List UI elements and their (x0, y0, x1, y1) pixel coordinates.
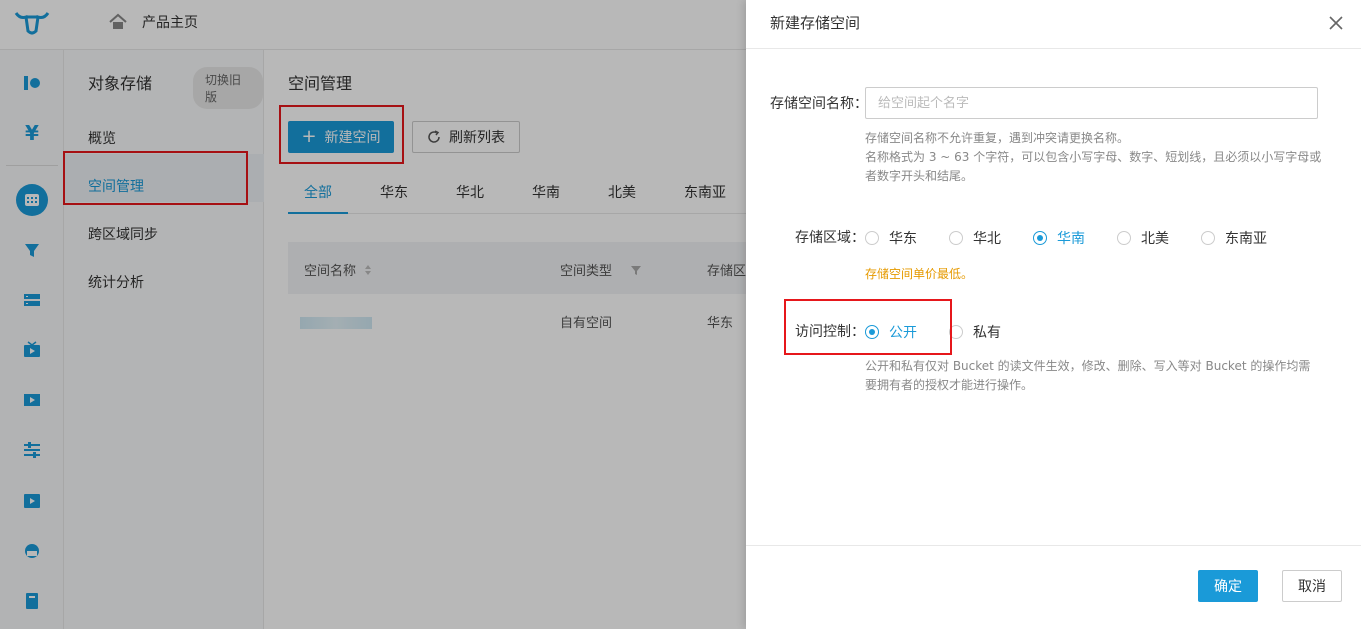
radio-circle-selected (1033, 231, 1047, 245)
region-radio-south-china[interactable]: 华南 (1033, 228, 1085, 248)
bucket-name-label: 存储空间名称： (770, 96, 868, 112)
modal-overlay[interactable] (0, 0, 746, 629)
radio-circle (865, 231, 879, 245)
region-option-label: 东南亚 (1225, 231, 1267, 247)
region-radio-southeast-asia[interactable]: 东南亚 (1201, 228, 1267, 248)
region-radio-north-china[interactable]: 华北 (949, 228, 1001, 248)
radio-circle (1201, 231, 1215, 245)
confirm-button[interactable]: 确定 (1198, 570, 1258, 602)
region-option-label: 华东 (889, 231, 917, 247)
highlight-box-access-control (784, 299, 952, 355)
drawer-header: 新建存储空间 (746, 0, 1361, 49)
radio-circle (949, 231, 963, 245)
access-radio-private[interactable]: 私有 (949, 322, 1001, 342)
region-radio-north-america[interactable]: 北美 (1117, 228, 1169, 248)
region-option-label: 华南 (1057, 231, 1085, 247)
drawer-title: 新建存储空间 (770, 14, 861, 32)
region-option-label: 华北 (973, 231, 1001, 247)
close-icon[interactable] (1327, 14, 1345, 32)
region-radio-east-china[interactable]: 华东 (865, 228, 917, 248)
cancel-button[interactable]: 取消 (1282, 570, 1342, 602)
region-price-hint: 存储空间单价最低。 (865, 267, 974, 281)
drawer-footer-divider (746, 545, 1361, 546)
bucket-name-hint-2: 名称格式为 3 ~ 63 个字符，可以包含小写字母、数字、短划线，且必须以小写字… (865, 150, 1322, 183)
radio-circle (1117, 231, 1131, 245)
region-option-label: 北美 (1141, 231, 1169, 247)
region-label: 存储区域： (795, 230, 865, 246)
access-control-hint: 公开和私有仅对 Bucket 的读文件生效，修改、删除、写入等对 Bucket … (865, 359, 1311, 392)
access-option-label: 私有 (973, 325, 1001, 341)
bucket-name-input[interactable] (865, 87, 1318, 119)
bucket-name-hint-1: 存储空间名称不允许重复，遇到冲突请更换名称。 (865, 131, 1130, 145)
